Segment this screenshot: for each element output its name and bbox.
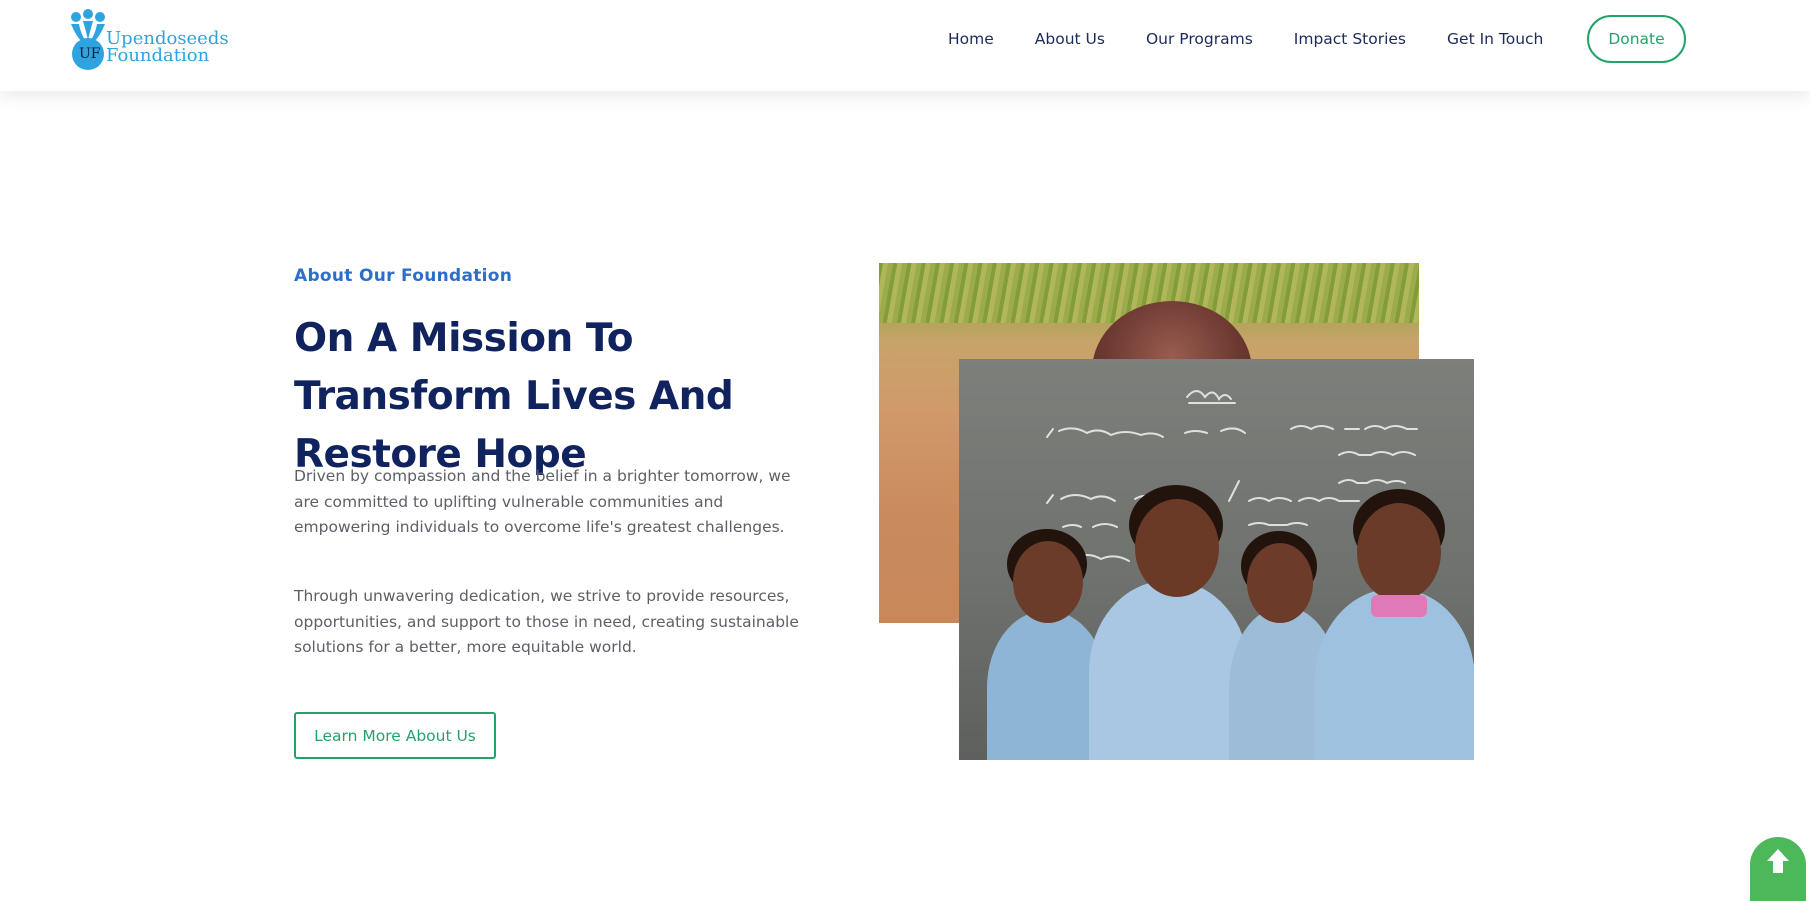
student-face-2 — [1135, 499, 1219, 597]
site-header: UF Upendoseeds Foundation Home About Us … — [0, 0, 1810, 91]
logo-wordmark: Upendoseeds Foundation — [106, 30, 229, 66]
logo-people-icon — [71, 9, 105, 70]
section-headline: On A Mission To Transform Lives And Rest… — [294, 316, 734, 477]
about-paragraph-2: Through unwavering dedication, we strive… — [294, 587, 799, 656]
student-face-1 — [1013, 541, 1083, 623]
nav-impact-stories[interactable]: Impact Stories — [1294, 26, 1406, 52]
schoolgirls-chalkboard-photo — [959, 359, 1474, 760]
logo-mark: UF — [79, 46, 101, 62]
learn-more-button[interactable]: Learn More About Us — [294, 712, 496, 759]
student-face-4 — [1357, 503, 1441, 601]
arrow-up-icon — [1767, 849, 1789, 873]
back-to-top-button[interactable] — [1750, 837, 1806, 901]
nav-home[interactable]: Home — [948, 26, 994, 52]
foundation-logo[interactable]: UF Upendoseeds Foundation — [68, 8, 229, 72]
main-nav: Home About Us Our Programs Impact Storie… — [948, 26, 1584, 52]
student-face-3 — [1247, 543, 1313, 623]
student-figure-2 — [1089, 581, 1249, 760]
pink-collar — [1371, 595, 1427, 617]
nav-get-in-touch[interactable]: Get In Touch — [1447, 26, 1543, 52]
donate-button[interactable]: Donate — [1587, 15, 1686, 63]
nav-our-programs[interactable]: Our Programs — [1146, 26, 1253, 52]
section-eyebrow: About Our Foundation — [294, 266, 513, 286]
nav-about-us[interactable]: About Us — [1035, 26, 1105, 52]
logo-line-2: Foundation — [106, 45, 210, 66]
about-paragraph-1: Driven by compassion and the belief in a… — [294, 467, 791, 536]
